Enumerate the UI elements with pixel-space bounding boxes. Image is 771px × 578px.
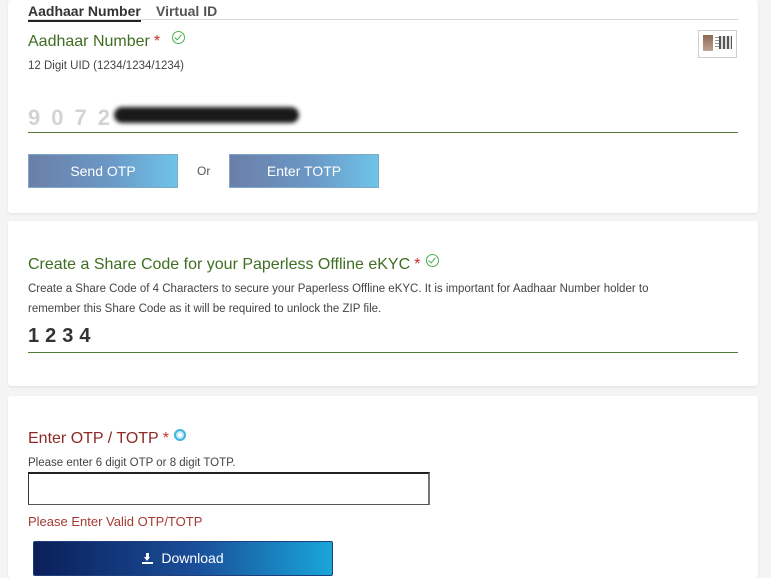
- download-icon: [142, 553, 154, 564]
- tab-virtual-id[interactable]: Virtual ID: [156, 3, 217, 19]
- enter-totp-button[interactable]: Enter TOTP: [229, 154, 379, 188]
- qr-code-icon: [719, 36, 732, 49]
- share-code-card: Create a Share Code for your Paperless O…: [8, 221, 758, 386]
- required-mark: *: [414, 256, 421, 273]
- share-code-hint-line1: Create a Share Code of 4 Characters to s…: [28, 283, 649, 295]
- check-circle-icon: [426, 254, 439, 267]
- send-otp-button[interactable]: Send OTP: [28, 154, 178, 188]
- check-circle-icon: [172, 31, 185, 44]
- download-button[interactable]: Download: [33, 541, 333, 576]
- otp-label: Enter OTP / TOTP *: [28, 430, 169, 447]
- required-mark: *: [153, 33, 161, 50]
- required-mark: *: [162, 430, 169, 447]
- share-code-hint-line2: remember this Share Code as it will be r…: [28, 303, 382, 315]
- download-label: Download: [161, 550, 224, 566]
- aadhaar-value: 9072: [28, 105, 121, 130]
- aadhaar-card-thumbnail: [698, 30, 737, 58]
- otp-error-message: Please Enter Valid OTP/TOTP: [28, 514, 203, 529]
- or-separator: Or: [197, 164, 211, 178]
- otp-card: Enter OTP / TOTP * Please enter 6 digit O…: [8, 396, 758, 578]
- aadhaar-card: Aadhaar Number Virtual ID Aadhaar Number…: [8, 0, 758, 213]
- radio-icon: [174, 429, 186, 441]
- otp-input[interactable]: [28, 472, 430, 505]
- photo-placeholder: [703, 35, 713, 51]
- aadhaar-hint: 12 Digit UID (1234/1234/1234): [28, 60, 184, 72]
- aadhaar-input[interactable]: 9072: [28, 101, 738, 133]
- share-code-label: Create a Share Code for your Paperless O…: [28, 256, 421, 273]
- share-code-value: 1234: [28, 325, 97, 347]
- otp-hint: Please enter 6 digit OTP or 8 digit TOTP…: [28, 457, 236, 469]
- aadhaar-number-label: Aadhaar Number *: [28, 33, 161, 50]
- id-type-tabs: Aadhaar Number Virtual ID: [28, 3, 738, 22]
- redaction-blur: [114, 107, 299, 123]
- tab-aadhaar-number[interactable]: Aadhaar Number: [28, 3, 141, 22]
- share-code-input[interactable]: 1234: [28, 319, 738, 353]
